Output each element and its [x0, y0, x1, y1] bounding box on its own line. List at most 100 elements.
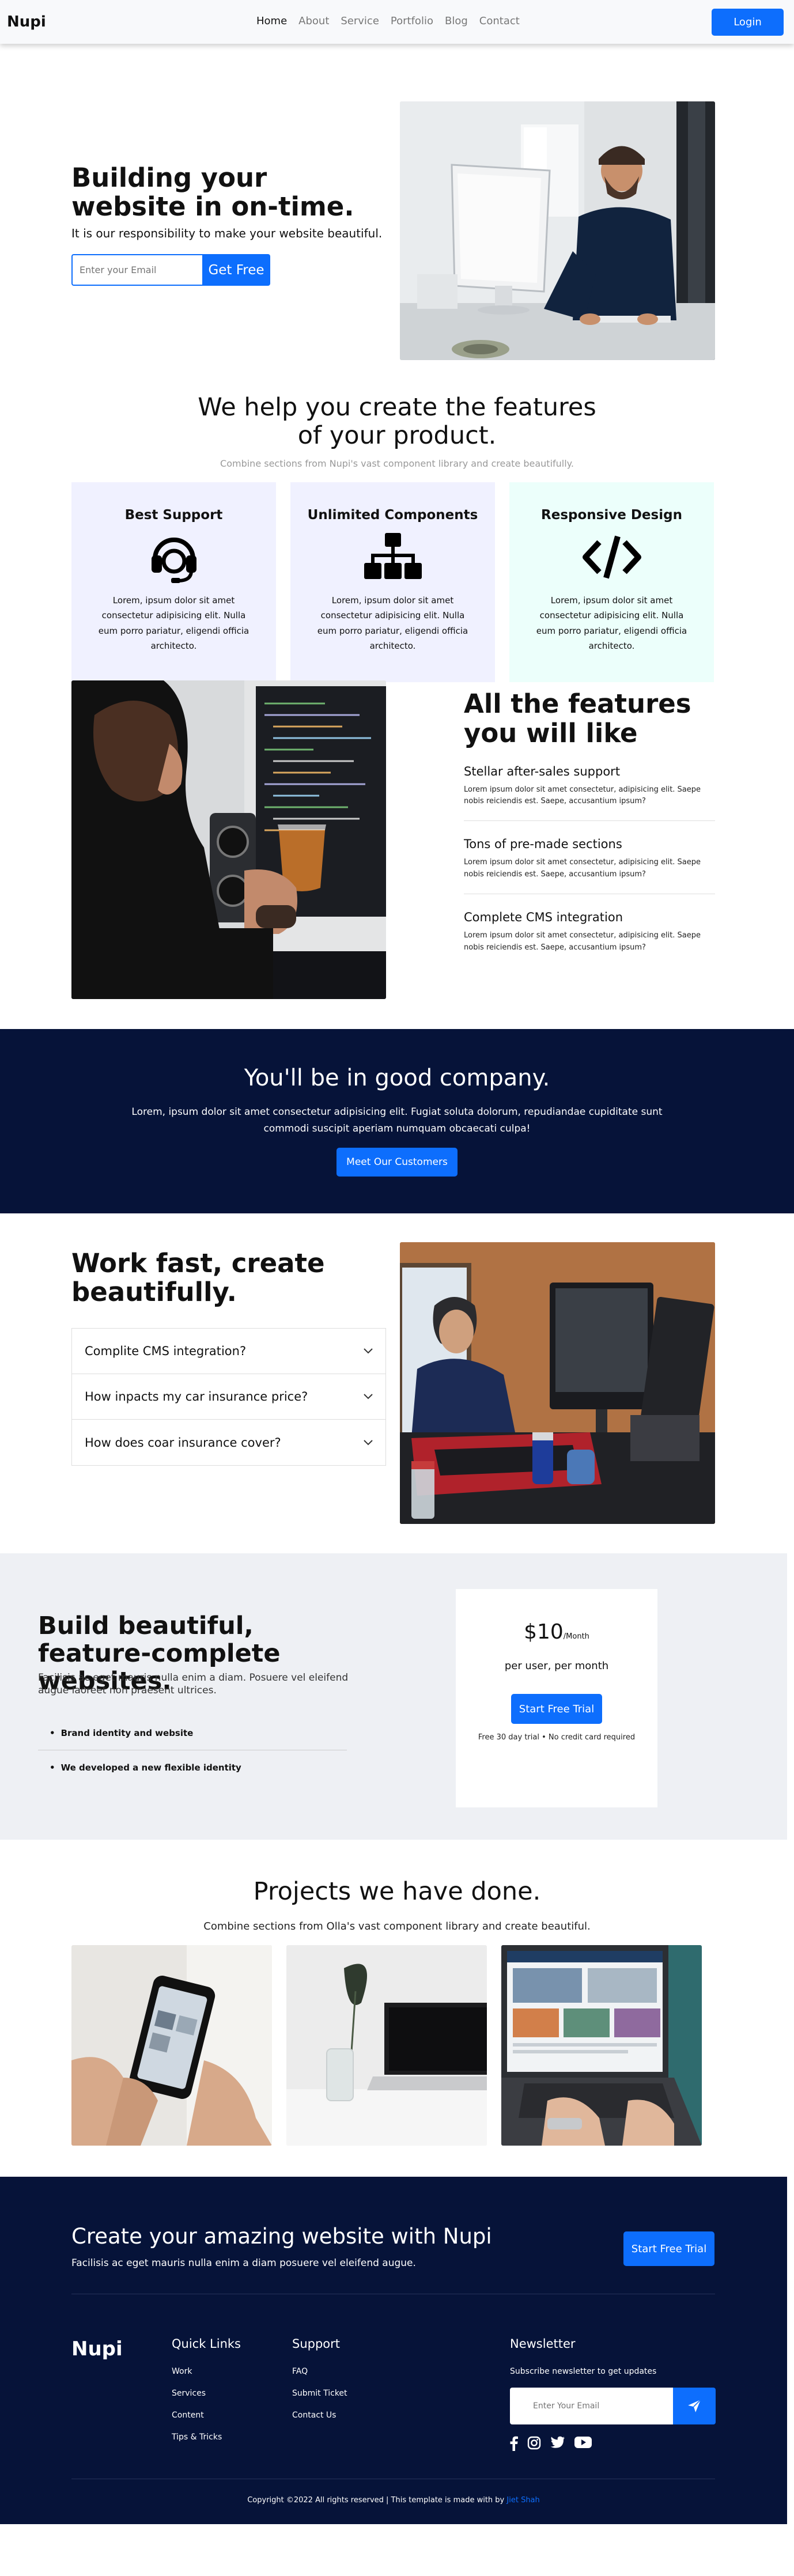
feature-card-responsive: Responsive Design Lorem, ipsum dolor sit… — [509, 482, 714, 682]
nav-link-blog[interactable]: Blog — [445, 15, 468, 27]
footer-cta-title: Create your amazing website with Nupi — [71, 2224, 492, 2249]
feature-item-title: Stellar after-sales support — [464, 764, 621, 778]
send-icon — [688, 2399, 701, 2412]
newsletter-email-input[interactable] — [510, 2388, 673, 2424]
price-per-label: per user, per month — [504, 1660, 609, 1672]
all-features-list: All the features you will like Stellar a… — [464, 689, 715, 967]
hero-subtitle: It is our responsibility to make your we… — [71, 226, 383, 240]
newsletter-column: Newsletter Subscribe newsletter to get u… — [510, 2337, 716, 2451]
quick-links-title: Quick Links — [172, 2337, 241, 2351]
feature-card-components: Unlimited Components Lorem, ipsum dolor … — [290, 482, 495, 682]
meet-customers-button[interactable]: Meet Our Customers — [336, 1147, 458, 1177]
feature-item-text: Lorem ipsum dolor sit amet consectetur, … — [464, 930, 701, 952]
instagram-icon[interactable] — [527, 2436, 541, 2450]
get-free-button[interactable]: Get Free — [202, 254, 270, 286]
navbar: Nupi Home About Service Portfolio Blog C… — [0, 0, 794, 44]
hero-section: Building your website in on-time. It is … — [0, 44, 794, 360]
feature-item: Tons of pre-made sections Lorem ipsum do… — [464, 821, 715, 894]
footer-link-services[interactable]: Services — [172, 2389, 241, 2398]
feature-item-text: Lorem ipsum dolor sit amet consectetur, … — [464, 858, 701, 879]
footer-link-submit-ticket[interactable]: Submit Ticket — [292, 2389, 347, 2398]
nav-link-portfolio[interactable]: Portfolio — [391, 15, 433, 27]
footer-link-contact-us[interactable]: Contact Us — [292, 2411, 347, 2420]
nav-link-service[interactable]: Service — [341, 15, 379, 27]
brand-logo[interactable]: Nupi — [7, 13, 46, 31]
newsletter-form — [510, 2388, 716, 2424]
features-title-text: We help you create the features of your … — [198, 393, 596, 451]
youtube-icon[interactable] — [574, 2436, 592, 2449]
nav-link-contact[interactable]: Contact — [479, 15, 520, 27]
all-features-section: All the features you will like Stellar a… — [0, 680, 794, 1029]
price-display: $10/Month — [456, 1620, 657, 1644]
start-free-trial-button[interactable]: Start Free Trial — [511, 1694, 602, 1724]
price-unit: /Month — [563, 1632, 589, 1641]
footer-cta-subtitle: Facilisis ac eget mauris nulla enim a di… — [71, 2257, 416, 2269]
developer-desk-photo — [400, 1242, 715, 1524]
copyright-text: Copyright ©2022 All rights reserved | Th… — [247, 2496, 505, 2505]
pricing-subtitle: Facilisis ac eget mauris nulla enim a di… — [38, 1672, 349, 1697]
twitter-icon[interactable] — [550, 2436, 565, 2449]
headset-icon — [71, 528, 276, 586]
faq-item[interactable]: Complite CMS integration? — [72, 1329, 385, 1374]
copyright: Copyright ©2022 All rights reserved | Th… — [0, 2496, 787, 2505]
projects-section: Projects we have done. Combine sections … — [0, 1840, 794, 2177]
work-fast-title: Work fast, create beautifully. — [71, 1249, 342, 1307]
features-section: We help you create the features of your … — [0, 320, 794, 682]
author-credit-link[interactable]: Jiet Shah — [506, 2496, 539, 2505]
footer-brand[interactable]: Nupi — [71, 2337, 123, 2361]
project-gallery — [71, 1945, 702, 2146]
all-features-title: All the features you will like — [464, 689, 691, 748]
work-fast-section: Work fast, create beautifully. Complite … — [0, 1213, 794, 1553]
hero-email-input[interactable] — [71, 254, 202, 286]
feature-card-support: Best Support Lorem, ipsum dolor sit amet… — [71, 482, 276, 682]
footer-link-work[interactable]: Work — [172, 2367, 241, 2376]
hero-text: Building your website in on-time. It is … — [71, 164, 383, 286]
footer-link-faq[interactable]: FAQ — [292, 2367, 347, 2376]
project-laptop-website-photo[interactable] — [501, 1945, 702, 2146]
projects-subtitle: Combine sections from Olla's vast compon… — [203, 1920, 591, 1932]
social-links — [510, 2436, 716, 2451]
footer: Create your amazing website with Nupi Fa… — [0, 2177, 787, 2524]
feature-card-title: Responsive Design — [541, 508, 682, 523]
chevron-down-icon — [364, 1348, 373, 1354]
faq-accordion: Complite CMS integration? How inpacts my… — [71, 1328, 386, 1466]
chevron-down-icon — [364, 1439, 373, 1445]
project-laptop-plant-photo[interactable] — [286, 1945, 487, 2146]
quick-links-column: Quick Links Work Services Content Tips &… — [172, 2337, 241, 2454]
company-text: Lorem, ipsum dolor sit amet consectetur … — [131, 1106, 663, 1134]
price-card: $10/Month per user, per month Start Free… — [456, 1589, 657, 1807]
feature-item: Complete CMS integration Lorem ipsum dol… — [464, 894, 715, 967]
nav-link-about[interactable]: About — [298, 15, 329, 27]
nav-link-home[interactable]: Home — [256, 15, 287, 27]
features-title: We help you create the features of your … — [0, 393, 794, 451]
feature-item-title: Tons of pre-made sections — [464, 837, 622, 852]
list-item: We developed a new flexible identity — [38, 1750, 347, 1785]
newsletter-title: Newsletter — [510, 2337, 576, 2351]
pricing-benefits-list: Brand identity and website We developed … — [38, 1716, 347, 1785]
login-button[interactable]: Login — [712, 8, 784, 36]
chevron-down-icon — [364, 1394, 373, 1399]
feature-card-text: Lorem, ipsum dolor sit amet consectetur … — [98, 595, 249, 651]
support-title: Support — [292, 2337, 341, 2351]
faq-item[interactable]: How does coar insurance cover? — [72, 1420, 385, 1465]
footer-link-tips[interactable]: Tips & Tricks — [172, 2433, 241, 2442]
code-icon — [509, 528, 714, 586]
feature-item: Stellar after-sales support Lorem ipsum … — [464, 748, 715, 822]
footer-start-free-trial-button[interactable]: Start Free Trial — [623, 2231, 714, 2266]
faq-item[interactable]: How inpacts my car insurance price? — [72, 1374, 385, 1420]
feature-card-text: Lorem, ipsum dolor sit amet consectetur … — [536, 595, 687, 651]
project-phone-photo[interactable] — [71, 1945, 272, 2146]
developer-tea-photo — [71, 680, 386, 999]
support-column: Support FAQ Submit Ticket Contact Us — [292, 2337, 347, 2433]
feature-card-title: Unlimited Components — [307, 508, 478, 523]
facebook-icon[interactable] — [510, 2436, 518, 2451]
faq-question: How does coar insurance cover? — [85, 1435, 281, 1450]
newsletter-submit-button[interactable] — [673, 2388, 716, 2424]
features-subtitle: Combine sections from Nupi's vast compon… — [220, 458, 574, 469]
work-fast-title-text: Work fast, create beautifully. — [71, 1248, 325, 1308]
price-amount: $10 — [524, 1620, 564, 1644]
faq-question: How inpacts my car insurance price? — [85, 1390, 308, 1404]
feature-item-text: Lorem ipsum dolor sit amet consectetur, … — [464, 785, 701, 806]
feature-item-title: Complete CMS integration — [464, 910, 623, 924]
footer-link-content[interactable]: Content — [172, 2411, 241, 2420]
